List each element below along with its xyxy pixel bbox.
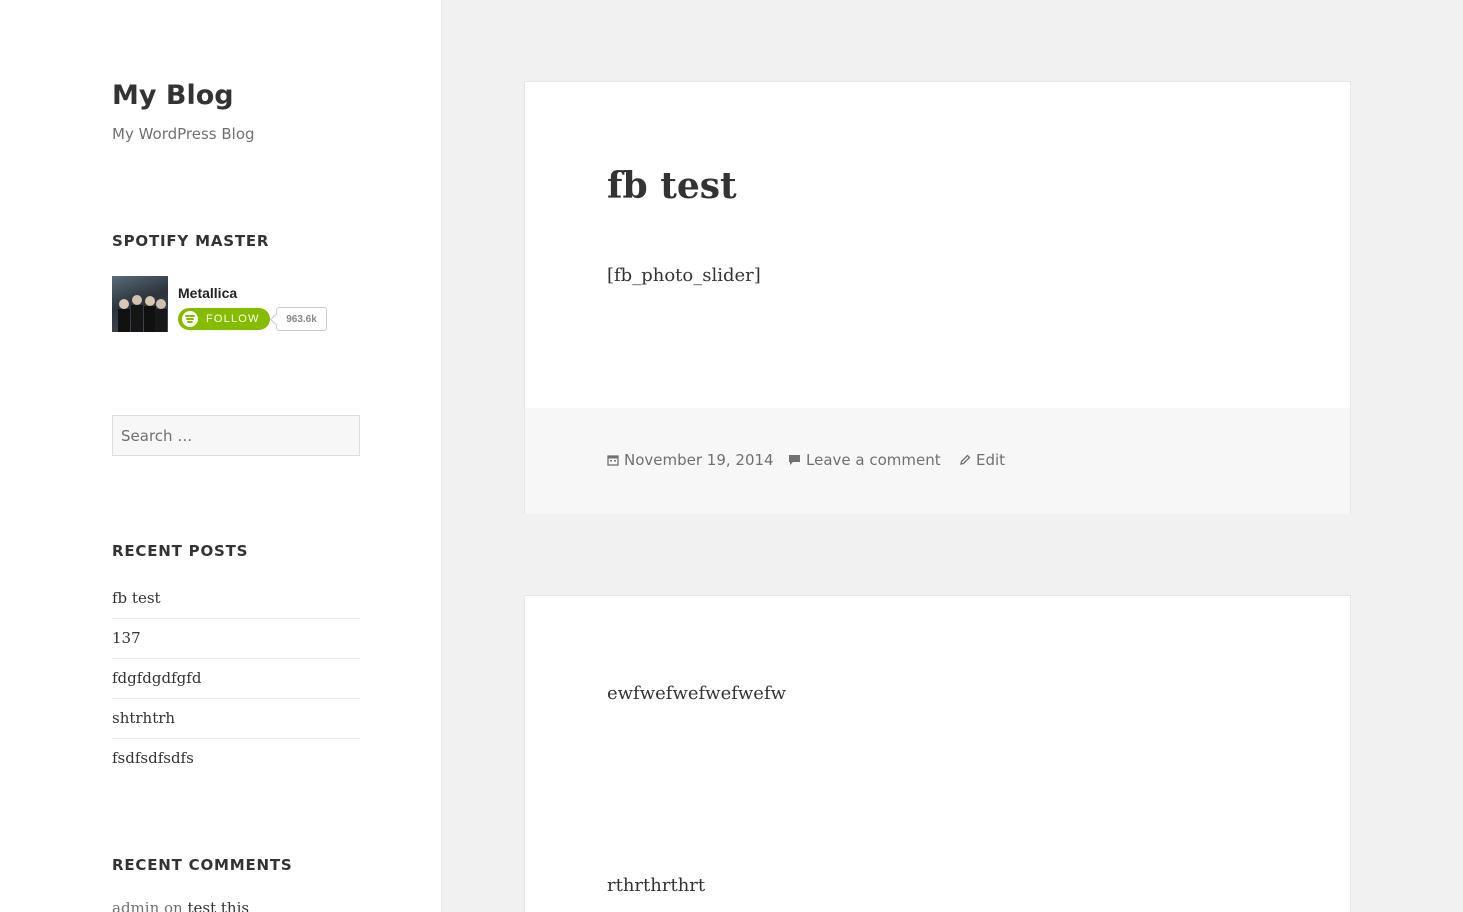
leave-comment-text[interactable]: Leave a comment xyxy=(806,451,941,469)
post-article: fb test [fb_photo_slider] November 19, 2… xyxy=(524,81,1351,514)
spotify-widget-title: Spotify Master xyxy=(112,232,270,250)
follow-label: FOLLOW xyxy=(206,313,260,325)
pencil-icon xyxy=(960,454,971,465)
post-date[interactable]: November 19, 2014 xyxy=(607,451,774,469)
recent-post-link[interactable]: fsdfsdfsdfs xyxy=(112,739,360,779)
recent-posts-title: Recent Posts xyxy=(112,542,249,560)
post-content: [fb_photo_slider] xyxy=(607,265,761,286)
recent-comment-item: admin on test this xyxy=(112,899,249,912)
comment-post-link[interactable]: test this xyxy=(188,899,250,912)
site-description: My WordPress Blog xyxy=(112,125,255,143)
site-title[interactable]: My Blog xyxy=(112,80,234,111)
artist-thumbnail[interactable] xyxy=(112,276,168,332)
follower-count: 963.6k xyxy=(276,307,327,331)
spotify-follow-button[interactable]: FOLLOW xyxy=(178,308,270,330)
comment-author-link[interactable]: admin xyxy=(112,899,159,912)
comment-on-text: on xyxy=(164,899,183,912)
post-comments-link[interactable]: Leave a comment xyxy=(788,451,941,469)
edit-text[interactable]: Edit xyxy=(976,451,1005,469)
post-edit-link[interactable]: Edit xyxy=(959,451,1005,469)
post-footer: November 19, 2014 Leave a comment Edit xyxy=(525,408,1350,514)
post-date-text[interactable]: November 19, 2014 xyxy=(624,451,774,469)
recent-post-link[interactable]: shtrhtrh xyxy=(112,699,360,739)
post-paragraph: ewfwefwefwefwefw xyxy=(607,683,787,704)
post-paragraph: rthrthrthrt xyxy=(607,875,706,896)
recent-comments-title: Recent Comments xyxy=(112,856,293,874)
artist-name[interactable]: Metallica xyxy=(178,285,237,301)
recent-post-link[interactable]: fdgfdgdfgfd xyxy=(112,659,360,699)
calendar-icon xyxy=(607,455,619,466)
sidebar: My Blog My WordPress Blog Spotify Master… xyxy=(0,0,442,912)
post-title[interactable]: fb test xyxy=(607,165,737,207)
recent-post-link[interactable]: 137 xyxy=(112,619,360,659)
post-article: ewfwefwefwefwefw rthrthrthrt xyxy=(524,595,1351,912)
spotify-icon xyxy=(182,311,198,327)
search-input[interactable] xyxy=(112,415,360,456)
recent-posts-list: fb test 137 fdgfdgdfgfd shtrhtrh fsdfsdf… xyxy=(112,579,360,779)
recent-post-link[interactable]: fb test xyxy=(112,579,360,619)
comment-icon xyxy=(789,455,800,465)
